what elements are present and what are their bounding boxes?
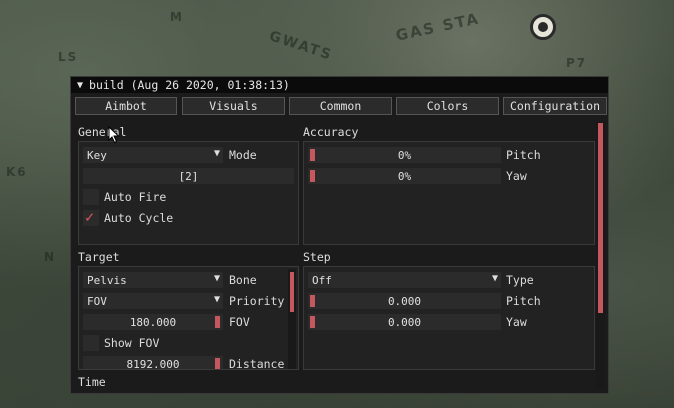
accuracy-yaw-value: 0% [397, 169, 412, 183]
distance-label: Distance [229, 357, 285, 370]
accuracy-pitch-slider[interactable]: 0% [308, 147, 501, 163]
map-label: N [44, 250, 57, 264]
tab-aimbot[interactable]: Aimbot [75, 97, 177, 115]
auto-cycle-checkbox[interactable]: ✓ [83, 208, 99, 226]
checkmark-icon: ✓ [85, 208, 95, 226]
chevron-down-icon: ▼ [213, 148, 220, 159]
cheat-menu-window[interactable]: ▼ build (Aug 26 2020, 01:38:13) Aimbot V… [70, 76, 609, 394]
target-scrollbar[interactable] [288, 269, 296, 369]
tab-colors[interactable]: Colors [396, 97, 499, 115]
map-label: GWATS [267, 28, 335, 64]
show-fov-label: Show FOV [104, 336, 160, 350]
key-mode-label: Mode [229, 148, 257, 162]
step-yaw-slider[interactable]: 0.000 [308, 314, 501, 330]
tab-common[interactable]: Common [289, 97, 392, 115]
step-pitch-slider[interactable]: 0.000 [308, 293, 501, 309]
slider-grab[interactable] [310, 149, 315, 161]
step-yaw-label: Yaw [506, 315, 527, 329]
step-panel: Off ▼ Type 0.000 Pitch 0.000 Yaw [303, 266, 595, 370]
map-label: P7 [566, 56, 588, 70]
slider-grab[interactable] [310, 295, 315, 307]
step-type-value: Off [312, 273, 332, 287]
step-pitch-label: Pitch [506, 294, 541, 308]
accuracy-panel: 0% Pitch 0% Yaw [303, 141, 595, 245]
accuracy-pitch-label: Pitch [506, 148, 541, 162]
chevron-down-icon: ▼ [213, 294, 220, 305]
tab-visuals[interactable]: Visuals [182, 97, 285, 115]
slider-grab[interactable] [215, 316, 220, 328]
bone-combo-value: Pelvis [87, 273, 127, 287]
collapse-arrow-icon[interactable]: ▼ [77, 80, 83, 91]
scrollbar-grab[interactable] [290, 272, 294, 312]
fov-value: 180.000 [129, 315, 177, 329]
bone-combo[interactable]: Pelvis ▼ [83, 272, 223, 288]
map-label: K6 [6, 165, 28, 179]
window-scrollbar[interactable] [596, 121, 605, 389]
window-titlebar[interactable]: ▼ build (Aug 26 2020, 01:38:13) [71, 77, 608, 93]
slider-grab[interactable] [310, 170, 315, 182]
map-label: GAS STA [394, 9, 482, 45]
window-title: build (Aug 26 2020, 01:38:13) [89, 78, 290, 92]
step-type-label: Type [506, 273, 534, 287]
slider-grab[interactable] [310, 316, 315, 328]
key-binding-button[interactable]: [2] [83, 168, 294, 184]
auto-cycle-label: Auto Cycle [104, 211, 174, 225]
accuracy-title: Accuracy [303, 125, 359, 139]
priority-label: Priority [229, 294, 285, 308]
priority-combo-value: FOV [87, 294, 107, 308]
auto-fire-checkbox[interactable] [83, 189, 99, 205]
target-title: Target [78, 250, 120, 264]
tab-bar: Aimbot Visuals Common Colors Configurati… [75, 97, 607, 115]
auto-fire-label: Auto Fire [104, 190, 167, 204]
tab-configuration[interactable]: Configuration [503, 97, 607, 115]
mouse-cursor-icon [108, 126, 120, 144]
distance-value: 8192.000 [126, 357, 180, 370]
priority-combo[interactable]: FOV ▼ [83, 293, 223, 309]
map-label: LS [58, 50, 79, 64]
distance-slider[interactable]: 8192.000 [83, 356, 223, 370]
general-panel: Key ▼ Mode [2] Auto Fire ✓ Auto Cycle [78, 141, 299, 245]
map-label: M [170, 10, 184, 24]
bone-label: Bone [229, 273, 257, 287]
slider-grab[interactable] [215, 358, 220, 369]
chevron-down-icon: ▼ [213, 273, 220, 284]
step-pitch-value: 0.000 [387, 294, 422, 308]
fov-slider[interactable]: 180.000 [83, 314, 223, 330]
step-type-combo[interactable]: Off ▼ [308, 272, 501, 288]
step-title: Step [303, 250, 331, 264]
key-combo-value: Key [87, 148, 107, 162]
accuracy-yaw-slider[interactable]: 0% [308, 168, 501, 184]
accuracy-pitch-value: 0% [397, 148, 412, 162]
time-title: Time [78, 375, 106, 389]
step-yaw-value: 0.000 [387, 315, 422, 329]
chevron-down-icon: ▼ [491, 273, 498, 284]
key-combo[interactable]: Key ▼ [83, 147, 223, 163]
map-marker-icon [530, 14, 556, 40]
fov-label: FOV [229, 315, 250, 329]
scrollbar-grab[interactable] [598, 123, 603, 313]
accuracy-yaw-label: Yaw [506, 169, 527, 183]
show-fov-checkbox[interactable] [83, 335, 99, 351]
target-panel: Pelvis ▼ Bone FOV ▼ Priority 180.000 FOV… [78, 266, 299, 370]
